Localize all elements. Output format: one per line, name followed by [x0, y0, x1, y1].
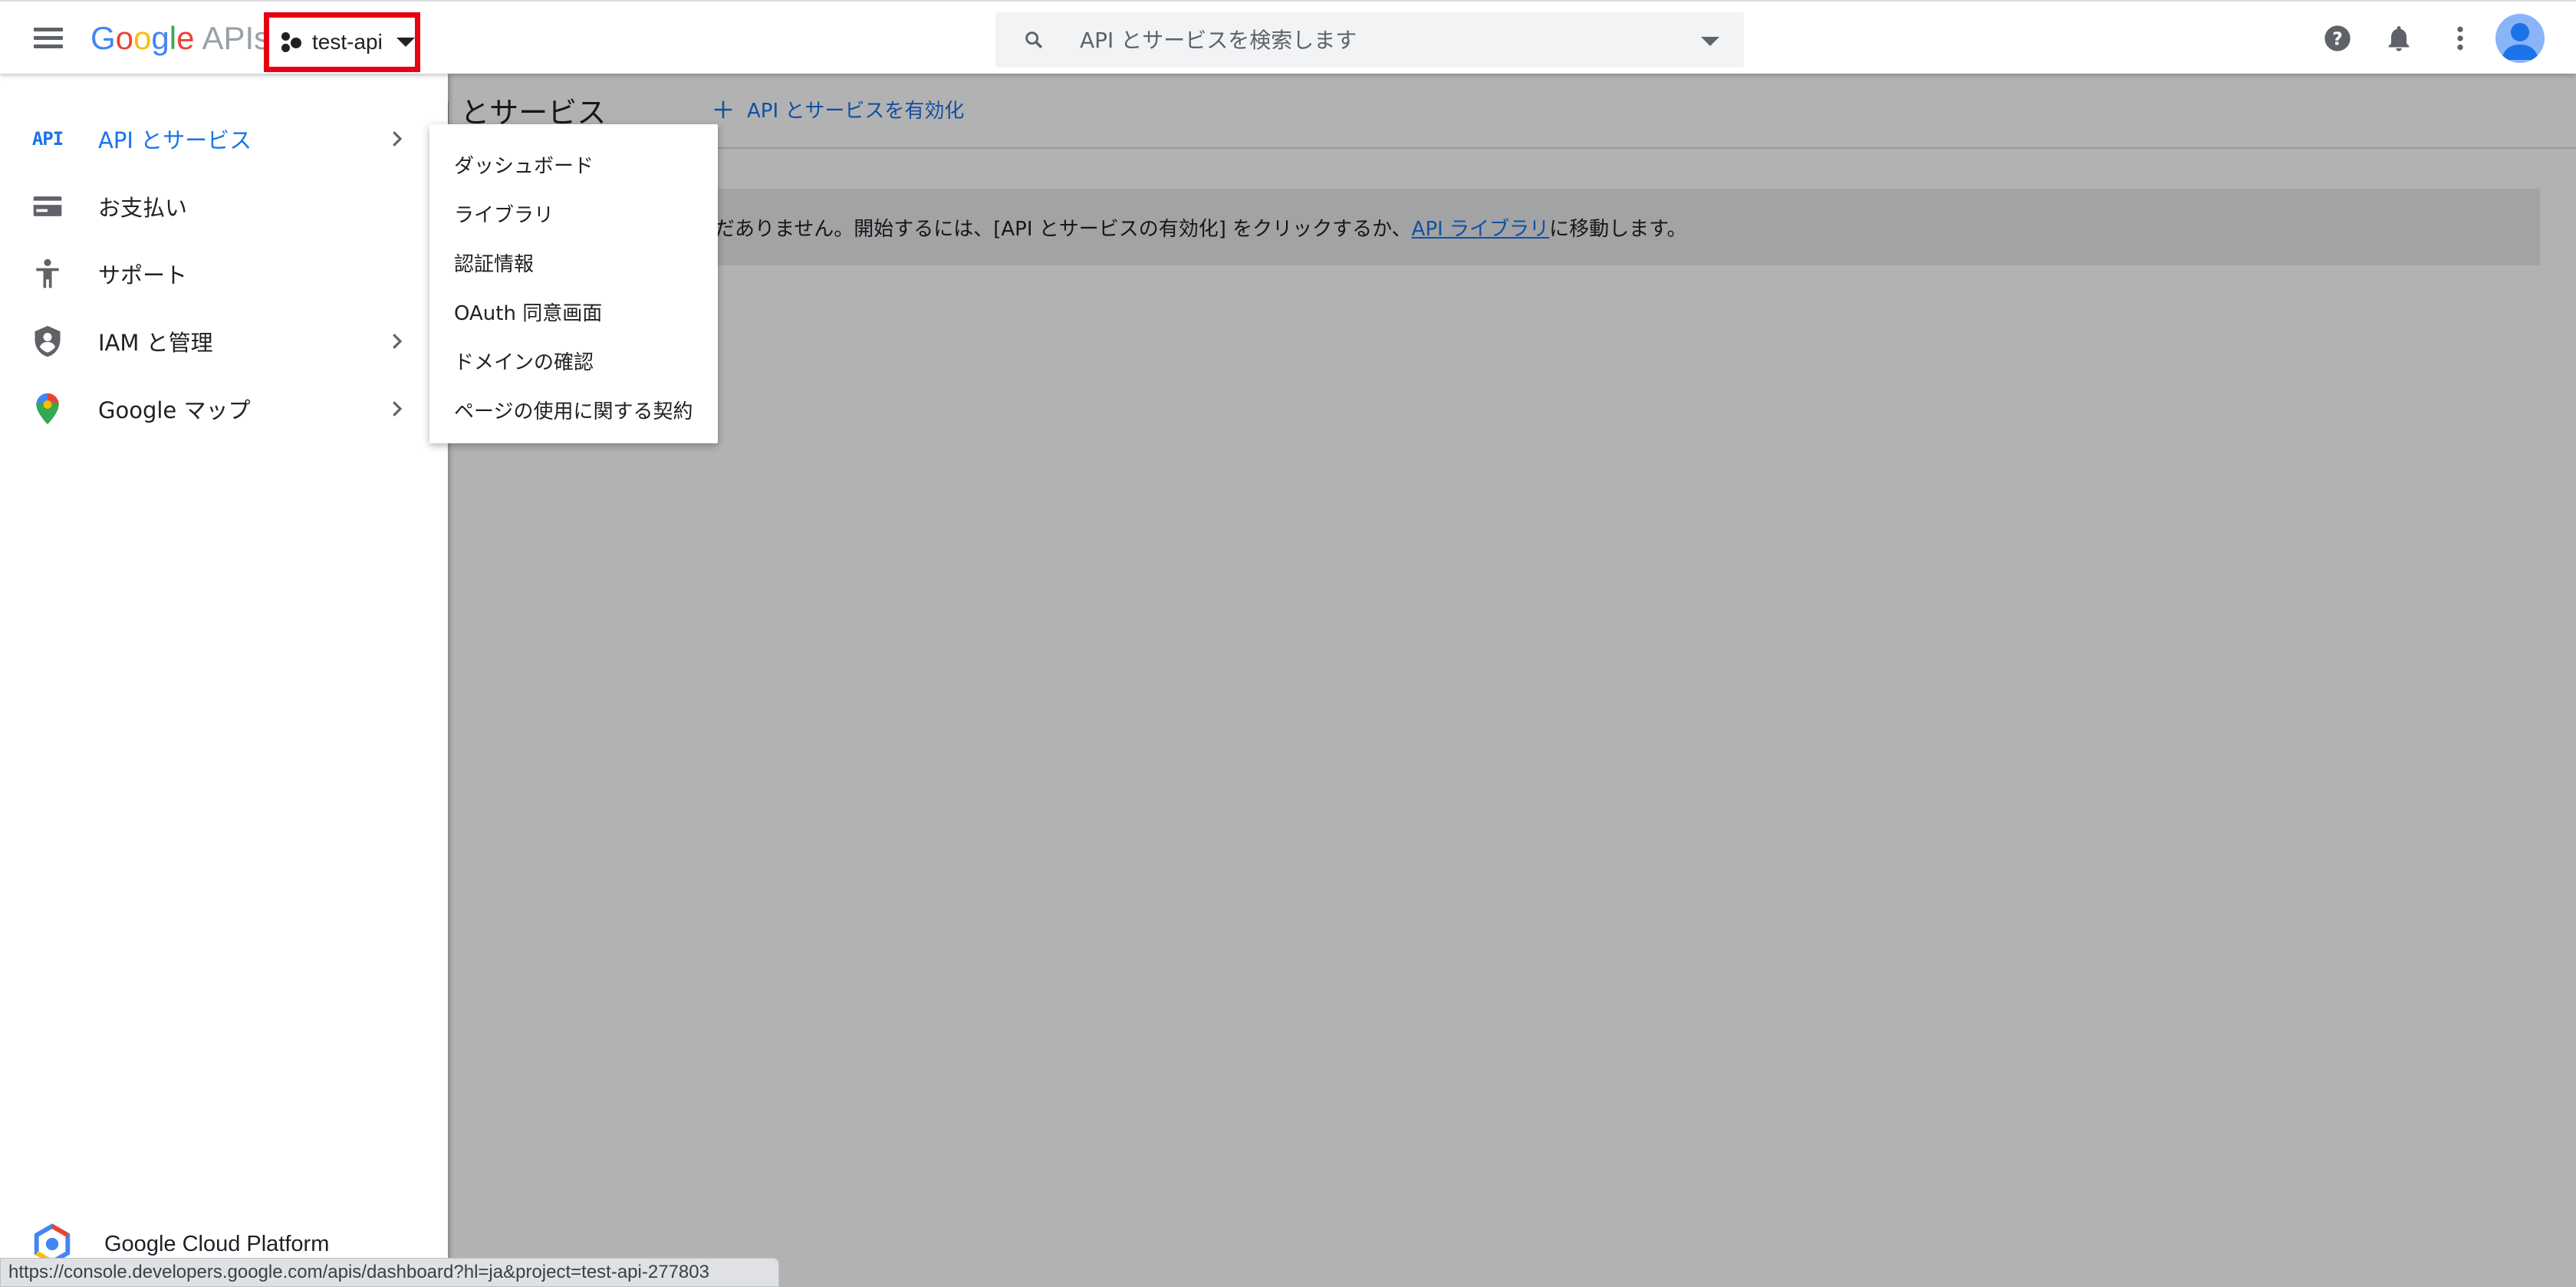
billing-icon: [33, 196, 62, 216]
sidebar-item-google-maps[interactable]: Google マップ: [0, 376, 448, 442]
hamburger-menu-icon[interactable]: [29, 23, 67, 54]
chevron-right-icon: [393, 401, 403, 416]
project-name: test-api: [312, 30, 383, 54]
sidebar-item-label: サポート: [98, 262, 188, 288]
chevron-right-icon: [393, 334, 403, 349]
sidebar-item-label: Google マップ: [98, 397, 251, 423]
search-options-caret-icon[interactable]: [1701, 37, 1719, 46]
submenu-item-credentials[interactable]: 認証情報: [429, 238, 718, 287]
search-bar: [995, 12, 1744, 67]
svg-text:?: ?: [2332, 28, 2343, 49]
account-avatar[interactable]: [2495, 14, 2545, 63]
search-input[interactable]: [1080, 23, 1663, 57]
submenu-item-domain-verification[interactable]: ドメインの確認: [429, 336, 718, 385]
submenu-item-library[interactable]: ライブラリ: [429, 189, 718, 238]
sidebar-item-label: API とサービス: [98, 127, 252, 153]
sidebar-item-label: IAM と管理: [98, 330, 213, 356]
sidebar-item-support[interactable]: サポート: [0, 241, 448, 307]
search-icon: [1025, 31, 1043, 49]
dropdown-caret-icon: [396, 38, 415, 47]
sidebar-item-iam[interactable]: IAM と管理: [0, 308, 448, 374]
gcp-footer-label: Google Cloud Platform: [104, 1231, 330, 1256]
sidebar-item-billing[interactable]: お支払い: [0, 173, 448, 239]
more-vert-icon[interactable]: [2445, 23, 2476, 54]
shield-icon: [35, 325, 61, 357]
submenu-item-dashboard[interactable]: ダッシュボード: [429, 140, 718, 189]
sidebar-item-label: お支払い: [98, 195, 188, 221]
notifications-bell-icon[interactable]: [2384, 23, 2414, 54]
sidebar-item-apis-services[interactable]: API API とサービス: [0, 106, 448, 172]
project-selector[interactable]: test-api: [264, 12, 420, 72]
top-app-bar: GoogleAPIs test-api ?: [0, 0, 2576, 74]
person-icon: [2502, 23, 2538, 60]
apis-services-submenu: ダッシュボード ライブラリ 認証情報 OAuth 同意画面 ドメインの確認 ペー…: [429, 124, 718, 443]
project-icon: [280, 31, 303, 54]
submenu-item-oauth-consent[interactable]: OAuth 同意画面: [429, 287, 718, 336]
submenu-item-page-usage-agreements[interactable]: ページの使用に関する契約: [429, 385, 718, 434]
support-icon: [36, 258, 59, 288]
chevron-right-icon: [393, 131, 403, 146]
browser-status-url: https://console.developers.google.com/ap…: [0, 1258, 779, 1287]
api-icon: API: [31, 128, 64, 150]
help-icon[interactable]: ?: [2322, 23, 2353, 54]
map-pin-icon: [36, 393, 59, 425]
google-apis-logo[interactable]: Go o g l e APIs: [90, 17, 270, 60]
navigation-drawer: API API とサービス お支払い サポート IAM と管理 Google マ…: [0, 74, 448, 1287]
